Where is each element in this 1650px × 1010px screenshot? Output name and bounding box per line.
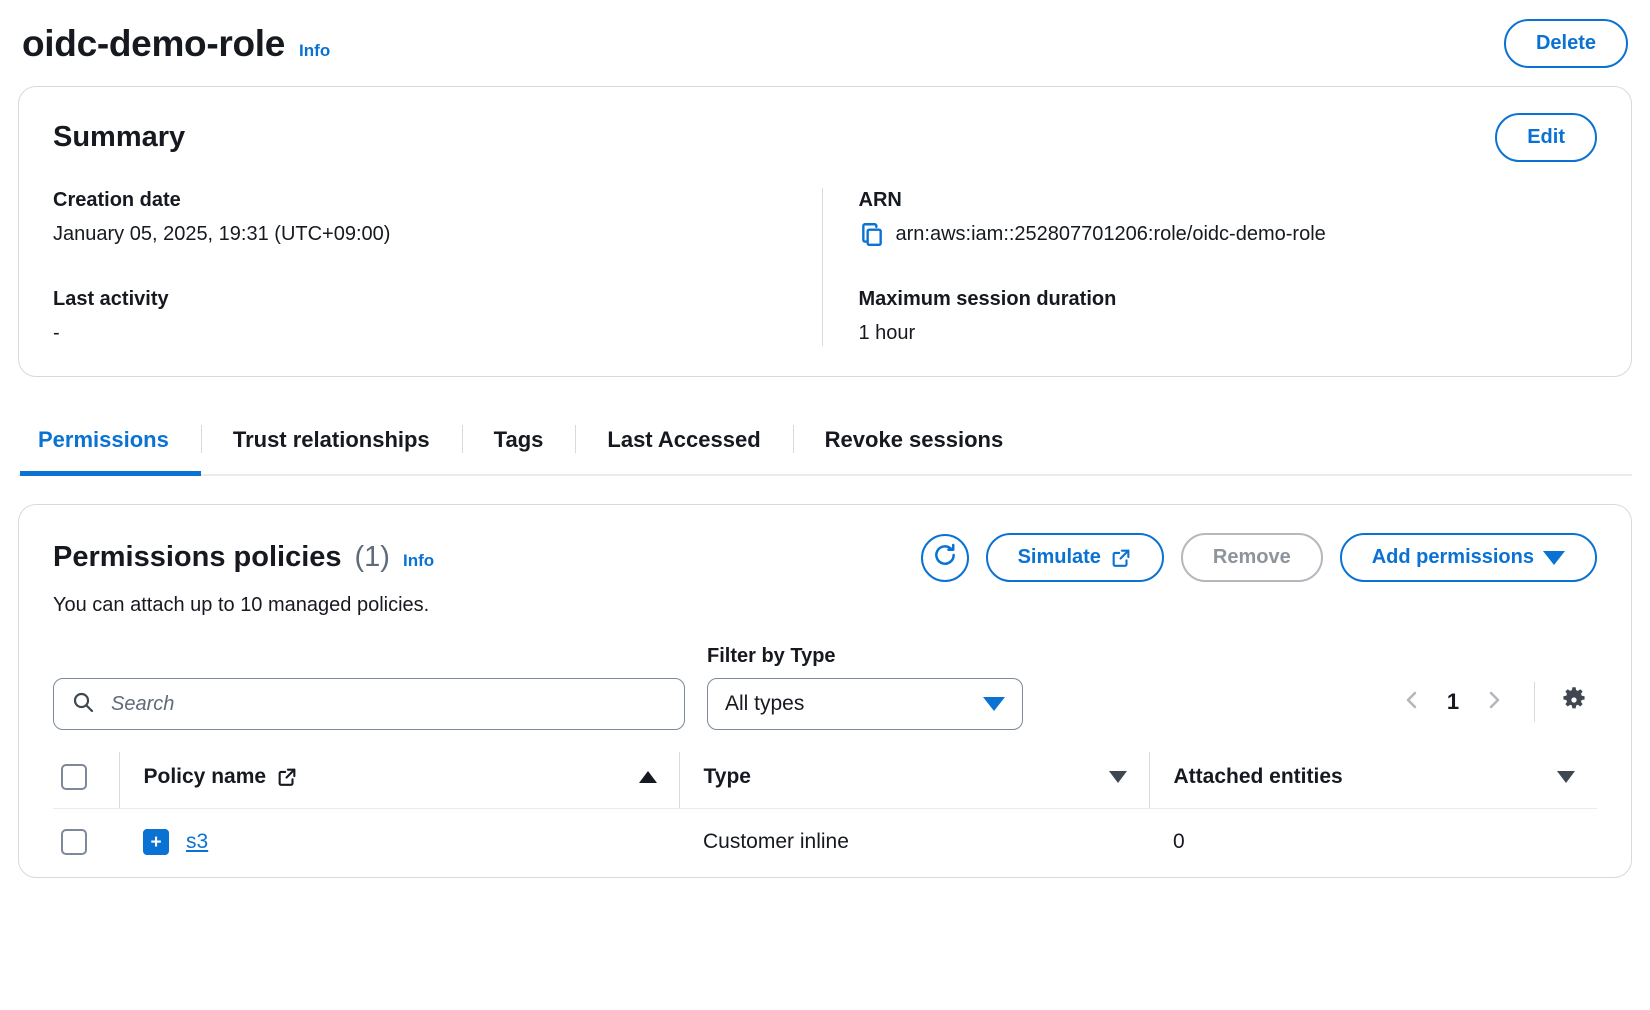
permissions-policies-header: Permissions policies (1) Info Simulate [53, 533, 1597, 582]
table-header-row: Policy name [53, 752, 1597, 809]
last-activity-label: Last activity [53, 287, 792, 311]
filter-row: Filter by Type All types 1 [53, 645, 1597, 730]
delete-button[interactable]: Delete [1504, 19, 1628, 68]
simulate-button[interactable]: Simulate [986, 533, 1164, 582]
search-box[interactable] [53, 678, 685, 730]
select-all-checkbox[interactable] [61, 764, 87, 790]
header-select-all-cell [53, 752, 119, 809]
policy-name-link[interactable]: s3 [186, 830, 208, 854]
type-header-label: Type [704, 765, 751, 789]
permissions-policies-table: Policy name [53, 752, 1597, 877]
pagination-next-button[interactable] [1470, 678, 1518, 726]
header-info-link[interactable]: Info [299, 41, 330, 61]
search-input[interactable] [109, 692, 667, 717]
row-type-cell: Customer inline [679, 809, 1149, 878]
refresh-button[interactable] [921, 534, 969, 582]
policy-name-sort-ascending-icon[interactable] [639, 771, 679, 783]
row-checkbox[interactable] [61, 829, 87, 855]
header-attached-entities[interactable]: Attached entities [1149, 752, 1597, 809]
summary-grid: Creation date January 05, 2025, 19:31 (U… [53, 188, 1597, 346]
max-session-duration-label: Maximum session duration [859, 287, 1598, 311]
remove-button[interactable]: Remove [1181, 533, 1323, 582]
arn-value-row: arn:aws:iam::252807701206:role/oidc-demo… [859, 221, 1598, 247]
permissions-policies-description: You can attach up to 10 managed policies… [53, 594, 1597, 617]
tab-bar: Permissions Trust relationships Tags Las… [18, 413, 1632, 476]
page-title: oidc-demo-role [22, 25, 285, 62]
summary-header: Summary Edit [53, 113, 1597, 162]
attached-entities-header-label: Attached entities [1174, 765, 1343, 789]
permissions-policies-title-row: Permissions policies (1) Info [53, 541, 434, 574]
table-row: + s3 Customer inline 0 [53, 809, 1597, 878]
creation-date-value: January 05, 2025, 19:31 (UTC+09:00) [53, 221, 792, 247]
pagination: 1 [1388, 678, 1597, 730]
pagination-divider [1534, 682, 1535, 722]
filter-by-type-label: Filter by Type [707, 645, 1023, 668]
creation-date-label: Creation date [53, 188, 792, 212]
row-attached-entities-cell: 0 [1149, 809, 1597, 878]
iam-role-detail-page: oidc-demo-role Info Delete Summary Edit … [0, 0, 1650, 1010]
summary-title: Summary [53, 121, 185, 154]
search-icon [71, 690, 95, 719]
chevron-down-icon [1543, 551, 1565, 565]
attached-entities-sort-icon[interactable] [1557, 771, 1597, 783]
table-body: + s3 Customer inline 0 [53, 809, 1597, 878]
policy-name-header-label: Policy name [144, 765, 267, 789]
tab-permissions[interactable]: Permissions [20, 413, 201, 476]
expand-policy-icon[interactable]: + [143, 829, 169, 855]
header-type[interactable]: Type [679, 752, 1149, 809]
copy-icon[interactable] [859, 221, 885, 247]
permissions-policies-title: Permissions policies [53, 541, 342, 574]
header-policy-name[interactable]: Policy name [119, 752, 679, 809]
chevron-down-icon [983, 697, 1005, 711]
tab-tags[interactable]: Tags [462, 413, 576, 476]
row-policy-name-cell: + s3 [119, 809, 679, 878]
field-arn: ARN arn:aws:iam::252807701206:role/oidc-… [859, 188, 1598, 247]
summary-column-left: Creation date January 05, 2025, 19:31 (U… [53, 188, 822, 346]
arn-value: arn:aws:iam::252807701206:role/oidc-demo… [896, 221, 1326, 247]
title-wrap: oidc-demo-role Info [22, 25, 330, 62]
simulate-label: Simulate [1018, 546, 1101, 569]
gear-icon [1559, 685, 1589, 720]
refresh-icon [932, 542, 958, 573]
chevron-left-icon [1400, 688, 1424, 717]
field-last-activity: Last activity - [53, 287, 792, 346]
external-link-icon [276, 766, 298, 788]
summary-card: Summary Edit Creation date January 05, 2… [18, 86, 1632, 377]
arn-label: ARN [859, 188, 1598, 212]
tab-trust-relationships[interactable]: Trust relationships [201, 413, 462, 476]
external-link-icon [1110, 547, 1132, 569]
table-head: Policy name [53, 752, 1597, 809]
tab-last-accessed[interactable]: Last Accessed [575, 413, 792, 476]
filter-by-type-group: Filter by Type All types [707, 645, 1023, 730]
pagination-prev-button[interactable] [1388, 678, 1436, 726]
field-creation-date: Creation date January 05, 2025, 19:31 (U… [53, 188, 792, 247]
max-session-duration-value: 1 hour [859, 320, 1598, 346]
pagination-page-number[interactable]: 1 [1436, 689, 1470, 715]
permissions-policies-card: Permissions policies (1) Info Simulate [18, 504, 1632, 878]
edit-button[interactable]: Edit [1495, 113, 1597, 162]
tab-revoke-sessions[interactable]: Revoke sessions [793, 413, 1036, 476]
page-header: oidc-demo-role Info Delete [18, 0, 1632, 86]
permissions-policies-actions: Simulate Remove Add permissions [921, 533, 1597, 582]
last-activity-value: - [53, 320, 792, 346]
chevron-right-icon [1482, 688, 1506, 717]
permissions-policies-count: (1) [355, 541, 390, 574]
add-permissions-button[interactable]: Add permissions [1340, 533, 1597, 582]
filter-by-type-value: All types [725, 692, 804, 716]
table-settings-button[interactable] [1551, 679, 1597, 725]
filter-by-type-select[interactable]: All types [707, 678, 1023, 730]
add-permissions-label: Add permissions [1372, 546, 1534, 569]
type-sort-icon[interactable] [1109, 771, 1149, 783]
summary-column-right: ARN arn:aws:iam::252807701206:role/oidc-… [822, 188, 1598, 346]
permissions-policies-info-link[interactable]: Info [403, 551, 434, 571]
field-max-session-duration: Maximum session duration 1 hour [859, 287, 1598, 346]
row-select-cell [53, 809, 119, 878]
